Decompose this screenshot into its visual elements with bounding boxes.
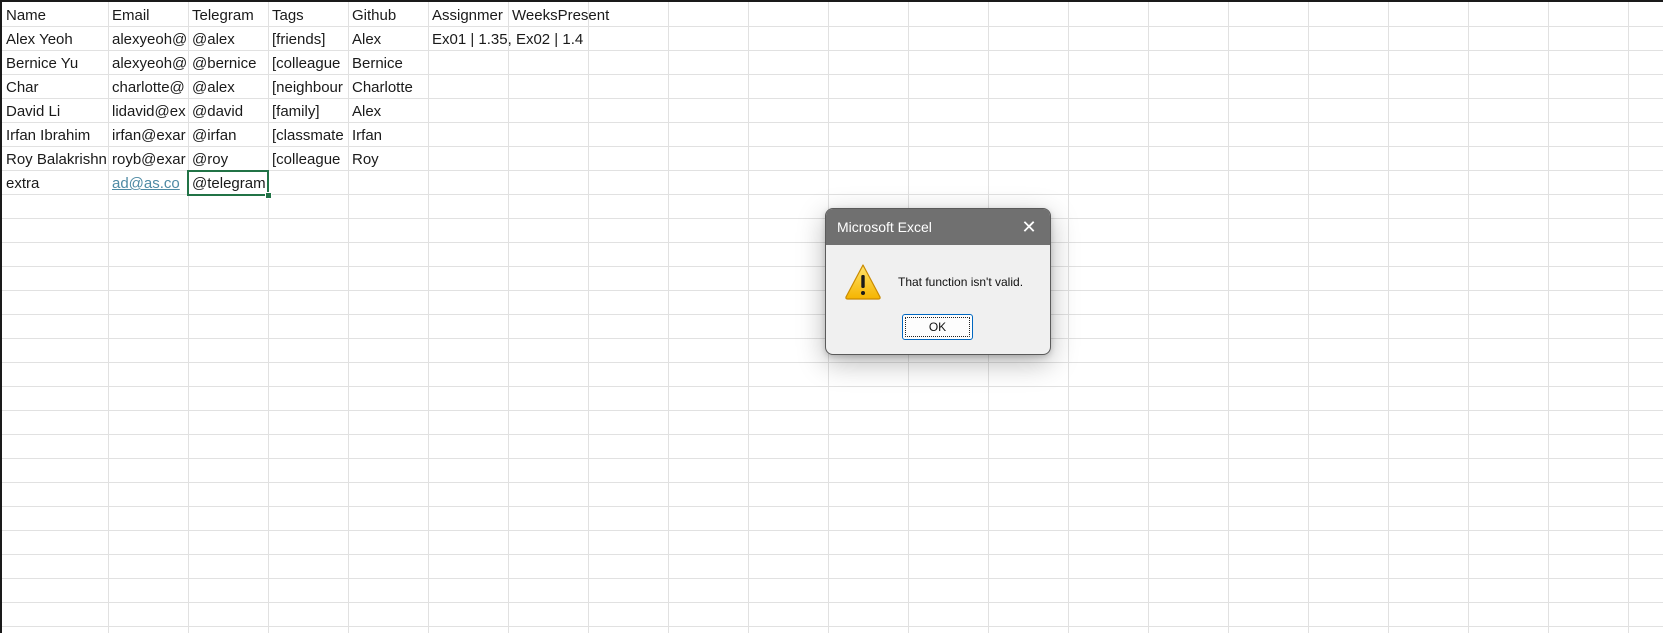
fill-handle[interactable] bbox=[265, 192, 272, 199]
table-row: David Li lidavid@ex @david [family] Alex bbox=[2, 99, 1663, 123]
cell-tags[interactable]: [family] bbox=[268, 99, 348, 123]
error-dialog: Microsoft Excel ✕ That function isn't va… bbox=[825, 208, 1051, 355]
dialog-message: That function isn't valid. bbox=[898, 275, 1024, 289]
cell-tags[interactable]: [friends] bbox=[268, 27, 348, 51]
cell-email[interactable]: royb@exar bbox=[108, 147, 188, 171]
cell-github[interactable]: Bernice bbox=[348, 51, 428, 75]
cell-telegram[interactable]: @david bbox=[188, 99, 268, 123]
cell-tags[interactable]: [classmate bbox=[268, 123, 348, 147]
cell-telegram[interactable]: @irfan bbox=[188, 123, 268, 147]
cell-telegram[interactable]: @roy bbox=[188, 147, 268, 171]
dialog-body: That function isn't valid. OK bbox=[826, 245, 1050, 354]
cell-email[interactable]: alexyeoh@ bbox=[108, 27, 188, 51]
cell-name[interactable]: Irfan Ibrahim bbox=[2, 123, 108, 147]
cell-name[interactable]: Bernice Yu bbox=[2, 51, 108, 75]
cell-github[interactable]: Roy bbox=[348, 147, 428, 171]
header-cell-assignments[interactable]: Assignmer bbox=[428, 3, 508, 27]
header-cell-email[interactable]: Email bbox=[108, 3, 188, 27]
cell-github[interactable]: Alex bbox=[348, 99, 428, 123]
cell-name[interactable]: Char bbox=[2, 75, 108, 99]
ok-button-label: OK bbox=[928, 320, 947, 334]
cell-telegram[interactable]: @alex bbox=[188, 27, 268, 51]
cell-email[interactable]: irfan@exar bbox=[108, 123, 188, 147]
selected-cell-value: @telegram bbox=[192, 175, 266, 192]
ok-button[interactable]: OK bbox=[902, 314, 973, 340]
table-row: extra ad@as.co @telegram bbox=[2, 170, 1663, 199]
cell-name[interactable]: extra bbox=[2, 171, 108, 195]
table-row: Char charlotte@ @alex [neighbour Charlot… bbox=[2, 75, 1663, 99]
cell-telegram[interactable]: @alex bbox=[188, 75, 268, 99]
cell-github[interactable]: Alex bbox=[348, 27, 428, 51]
cell-tags[interactable]: [colleague bbox=[268, 51, 348, 75]
dialog-title: Microsoft Excel bbox=[837, 219, 932, 235]
dialog-titlebar[interactable]: Microsoft Excel ✕ bbox=[826, 209, 1050, 245]
cell-tags[interactable]: [colleague bbox=[268, 147, 348, 171]
cell-tags[interactable]: [neighbour bbox=[268, 75, 348, 99]
cell-github[interactable]: Irfan bbox=[348, 123, 428, 147]
table-row: Bernice Yu alexyeoh@ @bernice [colleague… bbox=[2, 51, 1663, 75]
cell-email-link[interactable]: ad@as.co bbox=[108, 171, 188, 195]
header-cell-telegram[interactable]: Telegram bbox=[188, 3, 268, 27]
cell-assignments[interactable]: Ex01 | 1.35, Ex02 | 1.4 bbox=[428, 27, 583, 51]
table-row: Alex Yeoh alexyeoh@ @alex [friends] Alex… bbox=[2, 27, 1663, 51]
header-row: Name Email Telegram Tags Github Assignme… bbox=[2, 3, 1663, 27]
close-icon[interactable]: ✕ bbox=[1018, 216, 1040, 238]
cell-telegram-selected[interactable]: @telegram bbox=[187, 170, 272, 199]
table-row: Irfan Ibrahim irfan@exar @irfan [classma… bbox=[2, 123, 1663, 147]
cell-email[interactable]: alexyeoh@ bbox=[108, 51, 188, 75]
header-cell-weeks-present[interactable]: WeeksPresent bbox=[508, 3, 609, 27]
header-cell-name[interactable]: Name bbox=[2, 3, 108, 27]
cell-email[interactable]: lidavid@ex bbox=[108, 99, 188, 123]
cell-name[interactable]: Alex Yeoh bbox=[2, 27, 108, 51]
cell-name[interactable]: Roy Balakrishn bbox=[2, 147, 108, 171]
warning-icon bbox=[845, 264, 881, 300]
cell-github[interactable]: Charlotte bbox=[348, 75, 428, 99]
header-cell-tags[interactable]: Tags bbox=[268, 3, 348, 27]
cell-email[interactable]: charlotte@ bbox=[108, 75, 188, 99]
table-row: Roy Balakrishn royb@exar @roy [colleague… bbox=[2, 147, 1663, 171]
header-cell-github[interactable]: Github bbox=[348, 3, 428, 27]
cell-telegram[interactable]: @bernice bbox=[188, 51, 268, 75]
cell-name[interactable]: David Li bbox=[2, 99, 108, 123]
